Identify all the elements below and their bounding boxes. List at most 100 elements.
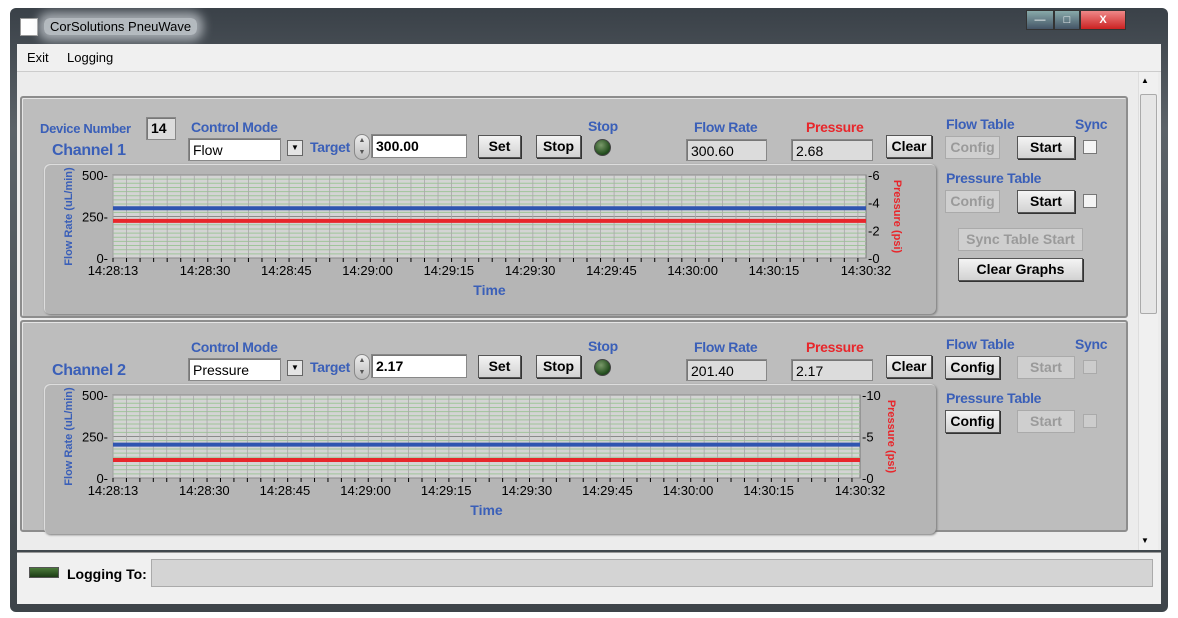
- flow-rate-readout: 300.60: [686, 139, 767, 161]
- stop-indicator-led: [594, 359, 611, 376]
- scroll-up-icon[interactable]: ▲: [1141, 76, 1149, 85]
- chart-panel: 14:28:13 14:28:30 14:28:45 14:29:00 14:29:15…: [44, 384, 936, 534]
- pressure-table-sync-checkbox[interactable]: [1083, 194, 1097, 208]
- set-button[interactable]: Set: [478, 355, 521, 378]
- clear-graphs-button[interactable]: Clear Graphs: [958, 258, 1083, 281]
- pressure-table-config-button[interactable]: Config: [945, 190, 1000, 213]
- y2-tick-label: -5: [862, 430, 874, 445]
- title-bar: CorSolutions PneuWave — □ X: [10, 8, 1168, 44]
- stop-indicator-label: Stop: [588, 338, 618, 354]
- y-tick-label: 0-: [96, 471, 108, 486]
- chart-panel: 14:28:13 14:28:30 14:28:45 14:29:00 14:29:15…: [44, 164, 936, 314]
- vertical-scrollbar[interactable]: ▲ ▼: [1138, 72, 1158, 550]
- target-spinner[interactable]: ▲ ▼: [354, 134, 370, 160]
- y2-tick-label: -4: [868, 196, 880, 211]
- target-label: Target: [310, 139, 350, 155]
- menu-exit[interactable]: Exit: [27, 50, 49, 65]
- clear-button[interactable]: Clear: [886, 355, 932, 378]
- x-tick-label: 14:28:45: [261, 263, 312, 278]
- flow-table-sync-checkbox[interactable]: [1083, 140, 1097, 154]
- x-tick-label: 14:29:30: [502, 483, 553, 498]
- y-axis-title: Flow Rate (uL/min): [63, 167, 75, 266]
- x-tick-label: 14:30:15: [749, 263, 800, 278]
- sync-label: Sync: [1075, 336, 1108, 352]
- x-tick-label: 14:29:00: [340, 483, 391, 498]
- flow-pressure-chart: 14:28:13 14:28:30 14:28:45 14:29:00 14:29:15…: [63, 167, 903, 298]
- flow-rate-label: Flow Rate: [694, 119, 758, 135]
- target-input[interactable]: 300.00: [371, 134, 467, 158]
- channel-1-panel: Device Number 14 Channel 1 Control Mode …: [20, 96, 1128, 318]
- control-mode-label: Control Mode: [191, 119, 278, 135]
- menu-logging[interactable]: Logging: [67, 50, 113, 65]
- flow-pressure-chart: 14:28:13 14:28:30 14:28:45 14:29:00 14:29:15…: [63, 387, 897, 518]
- target-spinner[interactable]: ▲ ▼: [354, 354, 370, 380]
- x-tick-label: 14:29:45: [582, 483, 633, 498]
- flow-table-sync-checkbox[interactable]: [1083, 360, 1097, 374]
- pressure-table-label: Pressure Table: [946, 170, 1042, 186]
- clear-button[interactable]: Clear: [886, 135, 932, 158]
- x-axis-title: Time: [470, 502, 503, 518]
- window-title: CorSolutions PneuWave: [44, 18, 198, 35]
- pressure-table-start-button[interactable]: Start: [1017, 190, 1075, 213]
- y2-tick-label: -0: [868, 251, 880, 266]
- y-tick-label: 250-: [82, 210, 108, 225]
- channel-name: Channel 1: [52, 142, 126, 159]
- control-mode-label: Control Mode: [191, 339, 278, 355]
- flow-rate-readout: 201.40: [686, 359, 767, 381]
- flow-table-start-button[interactable]: Start: [1017, 356, 1075, 379]
- x-tick-label: 14:29:45: [586, 263, 637, 278]
- pressure-table-sync-checkbox[interactable]: [1083, 414, 1097, 428]
- control-mode-select[interactable]: Pressure: [188, 358, 281, 381]
- y-tick-label: 0-: [96, 251, 108, 266]
- y2-tick-label: -10: [862, 388, 881, 403]
- target-label: Target: [310, 359, 350, 375]
- maximize-button[interactable]: □: [1054, 10, 1080, 30]
- flow-table-label: Flow Table: [946, 116, 1015, 132]
- target-input[interactable]: 2.17: [371, 354, 467, 378]
- x-tick-label: 14:30:15: [743, 483, 794, 498]
- sync-table-start-button[interactable]: Sync Table Start: [958, 228, 1083, 251]
- app-logo-icon: [20, 18, 38, 36]
- dropdown-arrow-icon[interactable]: ▼: [287, 360, 303, 376]
- pressure-table-label: Pressure Table: [946, 390, 1042, 406]
- y2-tick-label: -2: [868, 223, 880, 238]
- stop-button[interactable]: Stop: [536, 355, 581, 378]
- stop-indicator-led: [594, 139, 611, 156]
- pressure-table-config-button[interactable]: Config: [945, 410, 1000, 433]
- x-tick-label: 14:29:30: [505, 263, 556, 278]
- logging-path-field[interactable]: [151, 559, 1153, 587]
- status-bar: Logging To:: [17, 552, 1161, 604]
- close-button[interactable]: X: [1080, 10, 1126, 30]
- flow-table-config-button[interactable]: Config: [945, 356, 1000, 379]
- flow-rate-label: Flow Rate: [694, 339, 758, 355]
- scrollbar-thumb[interactable]: [1140, 94, 1157, 314]
- x-tick-label: 14:29:00: [342, 263, 393, 278]
- y-tick-label: 500-: [82, 388, 108, 403]
- pressure-readout: 2.17: [791, 359, 873, 381]
- x-tick-label: 14:29:15: [424, 263, 475, 278]
- x-tick-label: 14:28:45: [260, 483, 311, 498]
- x-tick-label: 14:30:32: [835, 483, 886, 498]
- y2-tick-label: -6: [868, 168, 880, 183]
- minimize-button[interactable]: —: [1026, 10, 1054, 30]
- pressure-label: Pressure: [806, 119, 864, 135]
- set-button[interactable]: Set: [478, 135, 521, 158]
- y-tick-label: 250-: [82, 430, 108, 445]
- channel-2-panel: Channel 2 Control Mode Pressure ▼ Target…: [20, 320, 1128, 534]
- y2-tick-label: -0: [862, 471, 874, 486]
- control-mode-select[interactable]: Flow: [188, 138, 281, 161]
- menu-bar: Exit Logging: [17, 44, 1161, 72]
- sync-label: Sync: [1075, 116, 1108, 132]
- x-tick-label: 14:28:13: [88, 483, 139, 498]
- dropdown-arrow-icon[interactable]: ▼: [287, 140, 303, 156]
- y2-axis-title: Pressure (psi): [891, 180, 903, 254]
- x-tick-label: 14:28:13: [88, 263, 139, 278]
- stop-button[interactable]: Stop: [536, 135, 581, 158]
- scroll-down-icon[interactable]: ▼: [1141, 536, 1149, 545]
- flow-table-start-button[interactable]: Start: [1017, 136, 1075, 159]
- pressure-table-start-button[interactable]: Start: [1017, 410, 1075, 433]
- y-tick-label: 500-: [82, 168, 108, 183]
- flow-table-config-button[interactable]: Config: [945, 136, 1000, 159]
- pressure-label: Pressure: [806, 339, 864, 355]
- y-axis-title: Flow Rate (uL/min): [63, 387, 75, 486]
